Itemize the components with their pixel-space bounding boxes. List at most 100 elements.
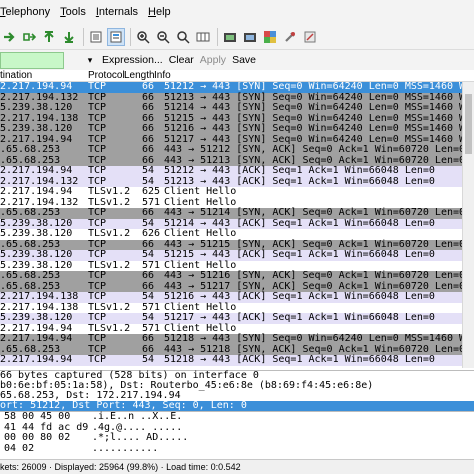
packet-destination: 5.239.38.120 — [0, 312, 73, 323]
toolbar-separator — [130, 27, 131, 46]
packet-destination: 2.217.194.138 — [0, 291, 79, 302]
packet-protocol: TCP — [88, 144, 107, 155]
go-forward-icon[interactable] — [0, 28, 18, 46]
scrollbar-thumb[interactable] — [465, 94, 472, 154]
packet-length: 626 — [142, 228, 161, 239]
colorize-icon[interactable] — [107, 27, 125, 46]
bytes-ascii: .*;l.... AD..... — [92, 432, 189, 443]
packet-protocol: TCP — [88, 249, 107, 260]
expression-button[interactable]: Expression... — [102, 54, 163, 66]
packet-info: 51216 → 443 [SYN] Seq=0 Win=64240 Len=0 … — [164, 123, 474, 134]
packet-protocol: TCP — [88, 312, 107, 323]
packet-info: 443 → 51214 [SYN, ACK] Seq=0 Ack=1 Win=6… — [164, 207, 474, 218]
preferences-icon[interactable] — [281, 28, 299, 46]
packet-destination: .65.68.253 — [0, 207, 61, 218]
bytes-ascii: .i.E..n ..X..E. — [92, 411, 183, 422]
packet-row[interactable]: .65.68.253 TCP 66 443 → 51216 [SYN, ACK] Se… — [0, 270, 474, 282]
bytes-hex: 58 00 45 00 — [4, 411, 71, 422]
packet-info: 51212 → 443 [SYN] Seq=0 Win=64240 Len=0 … — [164, 82, 474, 92]
bytes-row[interactable]: 58 00 45 00 .i.E..n ..X..E. — [0, 411, 474, 423]
toolbar-separator — [83, 27, 84, 46]
packet-protocol: TLSv1.2 — [88, 228, 131, 239]
capture-filters-icon[interactable] — [221, 28, 239, 46]
bytes-row[interactable]: 00 00 80 02 .*;l.... AD..... — [0, 432, 474, 444]
column-header-destination[interactable]: tination — [0, 70, 32, 81]
packet-length: 625 — [142, 186, 161, 197]
packet-protocol: TCP — [88, 102, 107, 113]
packet-length: 54 — [142, 249, 155, 260]
packet-protocol: TCP — [88, 333, 107, 344]
resize-columns-icon[interactable] — [194, 28, 212, 46]
packet-destination: 2.217.194.94 — [0, 82, 73, 92]
packet-protocol: TCP — [88, 354, 107, 365]
packet-row[interactable]: .65.68.253 TCP 66 443 → 51212 [SYN, ACK] Se… — [0, 144, 474, 156]
zoom-out-icon[interactable] — [154, 28, 172, 46]
packet-row[interactable]: 5.239.38.120 TCP 54 51217 → 443 [ACK] Seq=1… — [0, 312, 474, 324]
menu-telephony[interactable]: Telephony — [0, 6, 54, 18]
packet-row[interactable]: 5.239.38.120 TLSv1.2 626 Client Hello — [0, 228, 474, 240]
packet-row[interactable]: 5.239.38.120 TCP 54 51215 → 443 [ACK] Seq=1… — [0, 249, 474, 261]
packet-info: 51218 → 443 [SYN] Seq=0 Win=64240 Len=0 … — [164, 333, 474, 344]
detail-tree-item[interactable]: ort: 51212, Dst Port: 443, Seq: 0, Len: … — [0, 401, 474, 411]
filter-dropdown-icon[interactable]: ▾ — [84, 52, 96, 69]
toolbar-separator — [217, 27, 218, 46]
zoom-normal-icon[interactable] — [174, 28, 192, 46]
packet-length: 66 — [142, 123, 155, 134]
packet-info: Client Hello — [164, 186, 237, 197]
apply-button[interactable]: Apply — [200, 54, 226, 66]
bytes-row[interactable]: 04 02........... — [0, 443, 474, 455]
packet-row[interactable]: 2.217.194.138 TCP 54 51216 → 443 [ACK] Seq=… — [0, 291, 474, 303]
packet-info: 51216 → 443 [ACK] Seq=1 Ack=1 Win=66048 … — [164, 291, 435, 302]
packet-row[interactable]: 5.239.38.120 TCP 66 51216 → 443 [SYN] Seq=0… — [0, 123, 474, 135]
packet-row[interactable]: 2.217.194.94 TCP 54 51218 → 443 [ACK] Seq=1… — [0, 354, 474, 366]
go-first-icon[interactable] — [40, 28, 58, 46]
packet-length: 66 — [142, 102, 155, 113]
packet-length: 66 — [142, 82, 155, 92]
column-header-info[interactable]: Info — [154, 70, 171, 81]
save-filter-button[interactable]: Save — [232, 54, 256, 66]
bytes-row[interactable]: 41 44 fd ac d9.4g.@.... ..... — [0, 422, 474, 434]
packet-list-scrollbar[interactable] — [462, 82, 474, 368]
packet-protocol: TCP — [88, 291, 107, 302]
packet-length: 54 — [142, 354, 155, 365]
packet-details-pane: 66 bytes captured (528 bits) on interfac… — [0, 370, 474, 411]
packet-row[interactable]: 2.217.194.94 TCP 66 51218 → 443 [SYN] Seq=0… — [0, 333, 474, 345]
menu-internals[interactable]: Internals — [96, 6, 142, 18]
packet-list[interactable]: 2.217.194.94 TCP 66 51212 → 443 [SYN] Seq=0… — [0, 82, 474, 368]
packet-destination: 5.239.38.120 — [0, 228, 73, 239]
packet-protocol: TCP — [88, 123, 107, 134]
display-filters-icon[interactable] — [241, 28, 259, 46]
packet-row[interactable]: 2.217.194.94 TCP 66 51212 → 443 [SYN] Seq=0… — [0, 82, 474, 93]
display-filter-input[interactable] — [0, 51, 64, 69]
menu-help[interactable]: Help — [148, 6, 175, 18]
packet-destination: 5.239.38.120 — [0, 102, 73, 113]
packet-protocol: TCP — [88, 207, 107, 218]
column-header-protocol[interactable]: Protocol — [88, 70, 125, 81]
packet-protocol: TCP — [88, 270, 107, 281]
packet-length: 66 — [142, 144, 155, 155]
packet-row[interactable]: 2.217.194.94 TCP 54 51212 → 443 [ACK] Seq=1… — [0, 165, 474, 177]
go-last-icon[interactable] — [60, 28, 78, 46]
packet-info: 51215 → 443 [ACK] Seq=1 Ack=1 Win=66048 … — [164, 249, 435, 260]
menu-tools[interactable]: Tools — [60, 6, 90, 18]
clear-button[interactable]: Clear — [169, 54, 194, 66]
coloring-rules-icon[interactable] — [261, 28, 279, 46]
packet-protocol: TCP — [88, 82, 107, 92]
go-to-packet-icon[interactable] — [20, 28, 38, 46]
packet-row[interactable]: 5.239.38.120 TCP 66 51214 → 443 [SYN] Seq=0… — [0, 102, 474, 114]
zoom-in-icon[interactable] — [134, 28, 152, 46]
column-header-length[interactable]: Length — [124, 70, 155, 81]
packet-row[interactable]: .65.68.253 TCP 66 443 → 51214 [SYN, ACK] Se… — [0, 207, 474, 219]
help-icon[interactable] — [301, 28, 319, 46]
packet-destination: 5.239.38.120 — [0, 249, 73, 260]
autoscroll-icon[interactable] — [87, 28, 105, 46]
menu-bar: Telephony Tools Internals Help — [0, 0, 474, 24]
status-bar: kets: 26009 · Displayed: 25964 (99.8%) ·… — [0, 459, 474, 474]
packet-length: 54 — [142, 312, 155, 323]
packet-destination: 2.217.194.94 — [0, 186, 73, 197]
packet-destination: 2.217.194.94 — [0, 354, 73, 365]
packet-info: 51214 → 443 [SYN] Seq=0 Win=64240 Len=0 … — [164, 102, 474, 113]
packet-info: 443 → 51216 [SYN, ACK] Seq=0 Ack=1 Win=6… — [164, 270, 474, 281]
packet-length: 66 — [142, 333, 155, 344]
packet-row[interactable]: 2.217.194.94 TLSv1.2 625 Client Hello — [0, 186, 474, 198]
